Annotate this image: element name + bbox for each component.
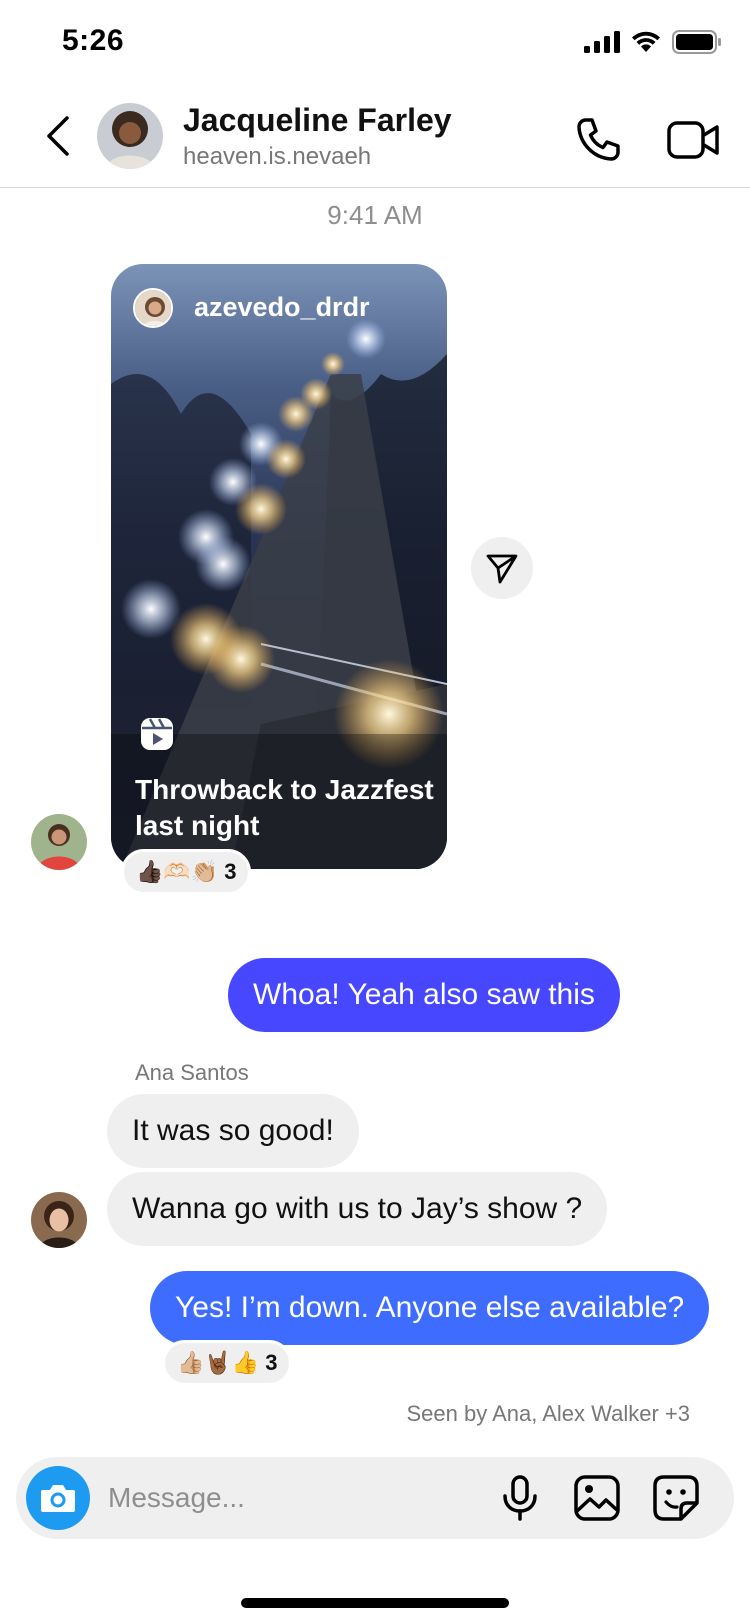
message-timestamp: 9:41 AM — [327, 200, 423, 230]
sticker-icon — [653, 1475, 699, 1521]
voice-call-button[interactable] — [572, 114, 624, 166]
contact-avatar[interactable] — [97, 103, 163, 169]
image-icon — [574, 1475, 620, 1521]
microphone-icon — [503, 1475, 537, 1521]
avatar-image — [97, 103, 163, 169]
message-composer — [16, 1457, 734, 1539]
shared-reel-card[interactable]: azevedo_drdr Throwback to Jazzfest last … — [111, 264, 447, 869]
sender-avatar[interactable] — [31, 814, 87, 870]
video-camera-icon — [667, 121, 719, 159]
message-reactions[interactable]: 👍🏼🤘🏾👍 3 — [162, 1340, 293, 1386]
reel-owner-username[interactable]: azevedo_drdr — [194, 292, 370, 323]
incoming-message[interactable]: Wanna go with us to Jay’s show ? — [107, 1172, 608, 1246]
avatar-image — [31, 1192, 87, 1248]
microphone-button[interactable] — [495, 1473, 545, 1523]
reaction-emojis: 👍🏿🫶🏻👏🏼 — [136, 859, 219, 884]
reaction-count: 3 — [224, 859, 237, 884]
wifi-icon — [632, 31, 660, 52]
contact-username: heaven.is.nevaeh — [183, 143, 372, 170]
camera-icon — [41, 1485, 75, 1512]
gallery-button[interactable] — [572, 1473, 622, 1523]
message-input[interactable] — [108, 1457, 468, 1539]
reel-reactions[interactable]: 👍🏿🫶🏻👏🏼 3 — [121, 849, 252, 895]
battery-icon — [672, 30, 721, 54]
reel-caption: Throwback to Jazzfest last night — [135, 774, 434, 841]
paper-plane-icon — [486, 554, 518, 584]
chevron-left-icon — [47, 116, 69, 156]
chat-header: Jacqueline Farley heaven.is.nevaeh — [0, 90, 750, 188]
home-indicator[interactable] — [241, 1598, 509, 1608]
back-button[interactable] — [38, 112, 78, 160]
reaction-emojis: 👍🏼🤘🏾👍 — [177, 1350, 260, 1375]
reels-icon — [139, 716, 175, 752]
signal-icon — [584, 31, 620, 53]
contact-name[interactable]: Jacqueline Farley — [183, 102, 452, 139]
sender-name: Ana Santos — [135, 1060, 249, 1085]
incoming-message[interactable]: It was so good! — [107, 1094, 359, 1168]
outgoing-message[interactable]: Whoa! Yeah also saw this — [228, 958, 620, 1032]
video-call-button[interactable] — [666, 114, 722, 166]
sticker-button[interactable] — [651, 1473, 701, 1523]
sender-avatar[interactable] — [31, 1192, 87, 1248]
phone-icon — [577, 118, 620, 161]
reel-owner-avatar[interactable] — [133, 288, 173, 328]
reaction-count: 3 — [265, 1350, 278, 1375]
camera-button[interactable] — [26, 1466, 90, 1530]
status-bar: 5:26 — [0, 0, 750, 90]
outgoing-message[interactable]: Yes! I’m down. Anyone else available? — [150, 1271, 710, 1345]
avatar-image — [31, 814, 87, 870]
status-icons — [584, 30, 722, 54]
seen-receipt: Seen by Ana, Alex Walker +3 — [406, 1401, 690, 1426]
status-time: 5:26 — [62, 24, 125, 57]
share-reel-button[interactable] — [471, 537, 533, 599]
